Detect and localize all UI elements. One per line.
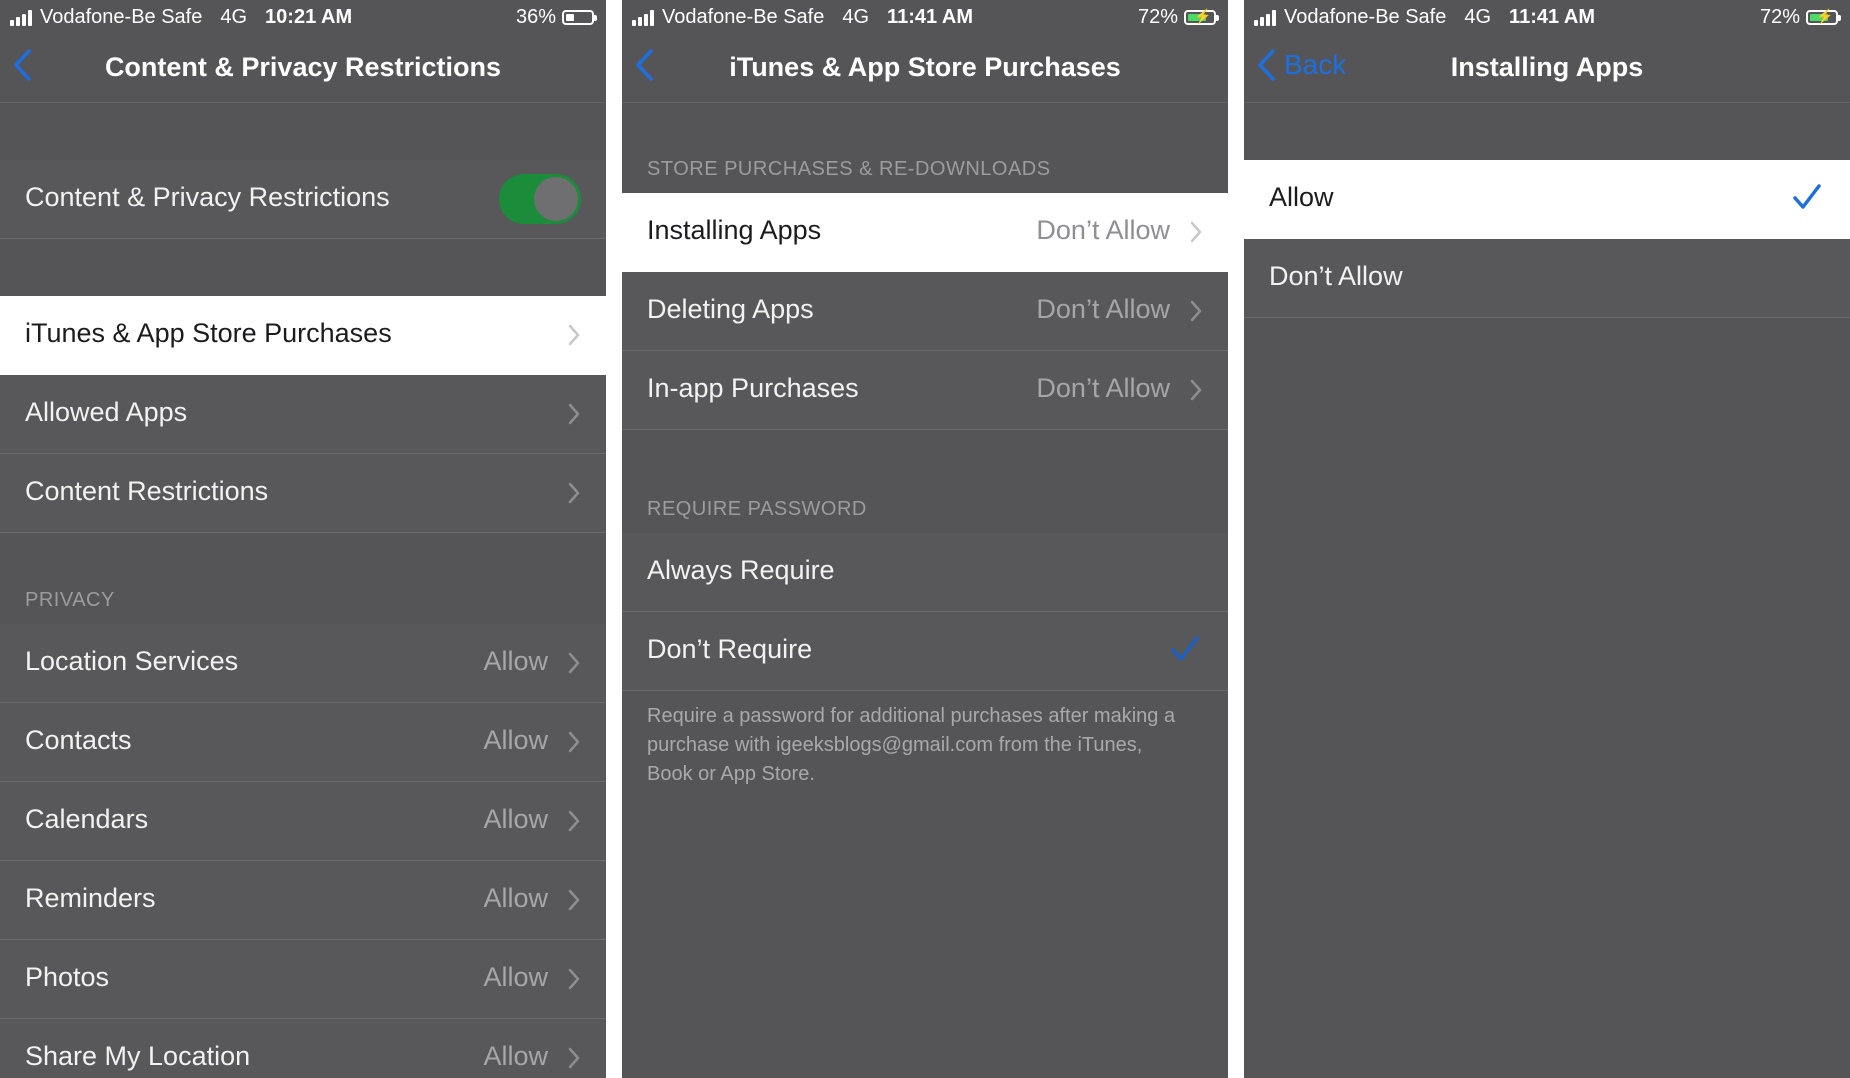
clock: 10:21 AM bbox=[265, 6, 353, 28]
carrier-label: Vodafone-Be Safe bbox=[662, 6, 825, 28]
row-label: Share My Location bbox=[25, 1041, 251, 1071]
chevron-right-icon bbox=[568, 1047, 580, 1069]
page-title: Installing Apps bbox=[1450, 52, 1644, 82]
battery-icon bbox=[562, 10, 597, 25]
chevron-right-icon bbox=[568, 324, 580, 346]
row-label: Content Restrictions bbox=[25, 476, 269, 506]
network-label: 4G bbox=[220, 6, 248, 28]
row-dont-require[interactable]: Don’t Require bbox=[622, 612, 1228, 691]
chevron-right-icon bbox=[568, 731, 580, 753]
navigation-bar: Content & Privacy Restrictions bbox=[0, 34, 606, 103]
navigation-bar: iTunes & App Store Purchases bbox=[622, 34, 1228, 103]
battery-percent: 72% bbox=[1137, 6, 1178, 28]
battery-charging-icon: ⚡ bbox=[1184, 9, 1219, 25]
password-footer-note: Require a password for additional purcha… bbox=[647, 705, 1176, 785]
battery-percent: 72% bbox=[1759, 6, 1800, 28]
option-label: Don’t Allow bbox=[1269, 261, 1403, 291]
option-dont-allow[interactable]: Don’t Allow bbox=[1244, 239, 1850, 318]
row-itunes-app-store-purchases[interactable]: iTunes & App Store Purchases bbox=[0, 296, 606, 375]
chevron-right-icon bbox=[1190, 221, 1202, 243]
carrier-label: Vodafone-Be Safe bbox=[1284, 6, 1447, 28]
row-label: Content & Privacy Restrictions bbox=[25, 182, 390, 212]
chevron-right-icon bbox=[568, 889, 580, 911]
status-bar: Vodafone-Be Safe 4G 11:41 AM 72% ⚡ bbox=[1244, 0, 1850, 34]
row-value: Allow bbox=[483, 883, 548, 913]
section-header-store-purchases: STORE PURCHASES & RE-DOWNLOADS bbox=[647, 158, 1051, 180]
row-label: In-app Purchases bbox=[647, 373, 859, 403]
content-privacy-toggle-row: Content & Privacy Restrictions bbox=[0, 160, 606, 239]
row-reminders[interactable]: Reminders Allow bbox=[0, 861, 606, 940]
row-label: Installing Apps bbox=[647, 215, 822, 245]
clock: 11:41 AM bbox=[887, 6, 974, 28]
toggle-knob bbox=[534, 177, 578, 221]
row-label: Don’t Require bbox=[647, 634, 813, 664]
status-bar: Vodafone-Be Safe 4G 10:21 AM 36% bbox=[0, 0, 606, 34]
row-value: Allow bbox=[483, 725, 548, 755]
carrier-label: Vodafone-Be Safe bbox=[40, 6, 203, 28]
chevron-right-icon bbox=[568, 968, 580, 990]
section-header-privacy: PRIVACY bbox=[25, 589, 115, 611]
row-value: Allow bbox=[483, 962, 548, 992]
row-value: Don’t Allow bbox=[1036, 215, 1170, 245]
clock: 11:41 AM bbox=[1509, 6, 1596, 28]
row-label: Deleting Apps bbox=[647, 294, 814, 324]
screen-itunes-app-store-purchases: Vodafone-Be Safe 4G 11:41 AM 72% ⚡ iTune… bbox=[622, 0, 1228, 1078]
checkmark-icon bbox=[1171, 636, 1199, 661]
row-label: Calendars bbox=[25, 804, 149, 834]
row-value: Allow bbox=[483, 1041, 548, 1071]
chevron-right-icon bbox=[568, 482, 580, 504]
page-title: Content & Privacy Restrictions bbox=[104, 52, 502, 82]
row-value: Don’t Allow bbox=[1036, 294, 1170, 324]
row-in-app-purchases[interactable]: In-app Purchases Don’t Allow bbox=[622, 351, 1228, 430]
chevron-right-icon bbox=[568, 403, 580, 425]
page-title: iTunes & App Store Purchases bbox=[729, 52, 1121, 82]
row-share-my-location[interactable]: Share My Location Allow bbox=[0, 1019, 606, 1078]
signal-icon bbox=[10, 9, 32, 26]
option-allow[interactable]: Allow bbox=[1244, 160, 1850, 239]
network-label: 4G bbox=[842, 6, 870, 28]
signal-icon bbox=[1254, 9, 1276, 26]
row-value: Allow bbox=[483, 804, 548, 834]
navigation-bar: Back Installing Apps bbox=[1244, 34, 1850, 103]
row-value: Don’t Allow bbox=[1036, 373, 1170, 403]
battery-charging-icon: ⚡ bbox=[1806, 9, 1841, 25]
network-label: 4G bbox=[1464, 6, 1492, 28]
row-allowed-apps[interactable]: Allowed Apps bbox=[0, 375, 606, 454]
row-installing-apps[interactable]: Installing Apps Don’t Allow bbox=[622, 193, 1228, 272]
row-calendars[interactable]: Calendars Allow bbox=[0, 782, 606, 861]
row-value: Allow bbox=[483, 646, 548, 676]
signal-icon bbox=[632, 9, 654, 26]
section-header-require-password: REQUIRE PASSWORD bbox=[647, 498, 867, 520]
row-label: iTunes & App Store Purchases bbox=[25, 318, 392, 348]
row-label: Photos bbox=[25, 962, 110, 992]
option-label: Allow bbox=[1269, 182, 1334, 212]
chevron-right-icon bbox=[1190, 300, 1202, 322]
row-label: Contacts bbox=[25, 725, 132, 755]
row-location-services[interactable]: Location Services Allow bbox=[0, 624, 606, 703]
row-label: Always Require bbox=[647, 555, 835, 585]
row-deleting-apps[interactable]: Deleting Apps Don’t Allow bbox=[622, 272, 1228, 351]
row-contacts[interactable]: Contacts Allow bbox=[0, 703, 606, 782]
screen-content-privacy: Vodafone-Be Safe 4G 10:21 AM 36% Content… bbox=[0, 0, 606, 1078]
checkmark-icon bbox=[1793, 184, 1821, 209]
content-privacy-toggle[interactable] bbox=[499, 174, 581, 224]
row-photos[interactable]: Photos Allow bbox=[0, 940, 606, 1019]
chevron-right-icon bbox=[568, 652, 580, 674]
chevron-right-icon bbox=[568, 810, 580, 832]
screen-installing-apps: Vodafone-Be Safe 4G 11:41 AM 72% ⚡ Back … bbox=[1244, 0, 1850, 1078]
row-content-restrictions[interactable]: Content Restrictions bbox=[0, 454, 606, 533]
row-always-require[interactable]: Always Require bbox=[622, 533, 1228, 612]
row-label: Allowed Apps bbox=[25, 397, 188, 427]
status-bar: Vodafone-Be Safe 4G 11:41 AM 72% ⚡ bbox=[622, 0, 1228, 34]
chevron-right-icon bbox=[1190, 379, 1202, 401]
battery-percent: 36% bbox=[515, 6, 556, 28]
row-label: Reminders bbox=[25, 883, 156, 913]
row-label: Location Services bbox=[25, 646, 239, 676]
